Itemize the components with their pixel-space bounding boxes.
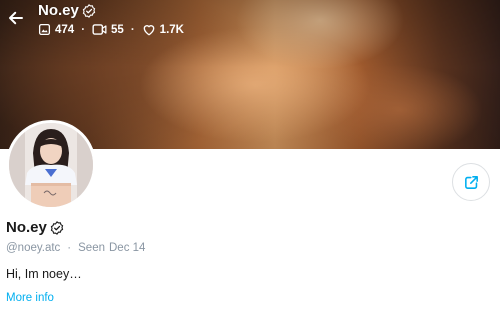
more-info-link[interactable]: More info (6, 292, 54, 304)
username: @noey.atc (6, 242, 61, 254)
image-icon (38, 23, 51, 36)
share-button[interactable] (452, 163, 490, 201)
stat-separator: · (130, 23, 135, 36)
likes-count: 1.7K (159, 23, 184, 36)
header-name: No.ey (38, 2, 79, 19)
profile-name-row: No.ey (6, 219, 64, 236)
meta-separator: · (67, 242, 72, 254)
likes-stat: 1.7K (142, 23, 184, 36)
heart-icon (143, 25, 155, 36)
share-icon (464, 175, 478, 189)
header-name-row: No.ey (38, 2, 184, 20)
header-info: No.ey 474 · 55 · 1.7K (38, 2, 184, 36)
seen-date: Dec 14 (109, 242, 146, 254)
back-button[interactable] (4, 6, 28, 30)
header-stats: 474 · 55 · 1.7K (38, 23, 184, 36)
photos-stat: 474 (38, 23, 74, 36)
videos-count: 55 (111, 23, 124, 36)
profile-name: No.ey (6, 219, 47, 236)
seen-label: Seen (78, 242, 105, 254)
verified-badge-icon (50, 220, 64, 235)
stat-separator: · (81, 23, 86, 36)
video-icon (92, 24, 107, 35)
photos-count: 474 (55, 23, 75, 36)
bio-text: Hi, Im noey… (6, 267, 82, 281)
profile-meta: @noey.atc · Seen Dec 14 (6, 242, 145, 254)
videos-stat: 55 (92, 23, 124, 36)
avatar-photo (9, 123, 93, 207)
avatar[interactable] (6, 120, 96, 210)
arrow-left-icon (9, 11, 23, 25)
verified-badge-icon (82, 4, 96, 18)
